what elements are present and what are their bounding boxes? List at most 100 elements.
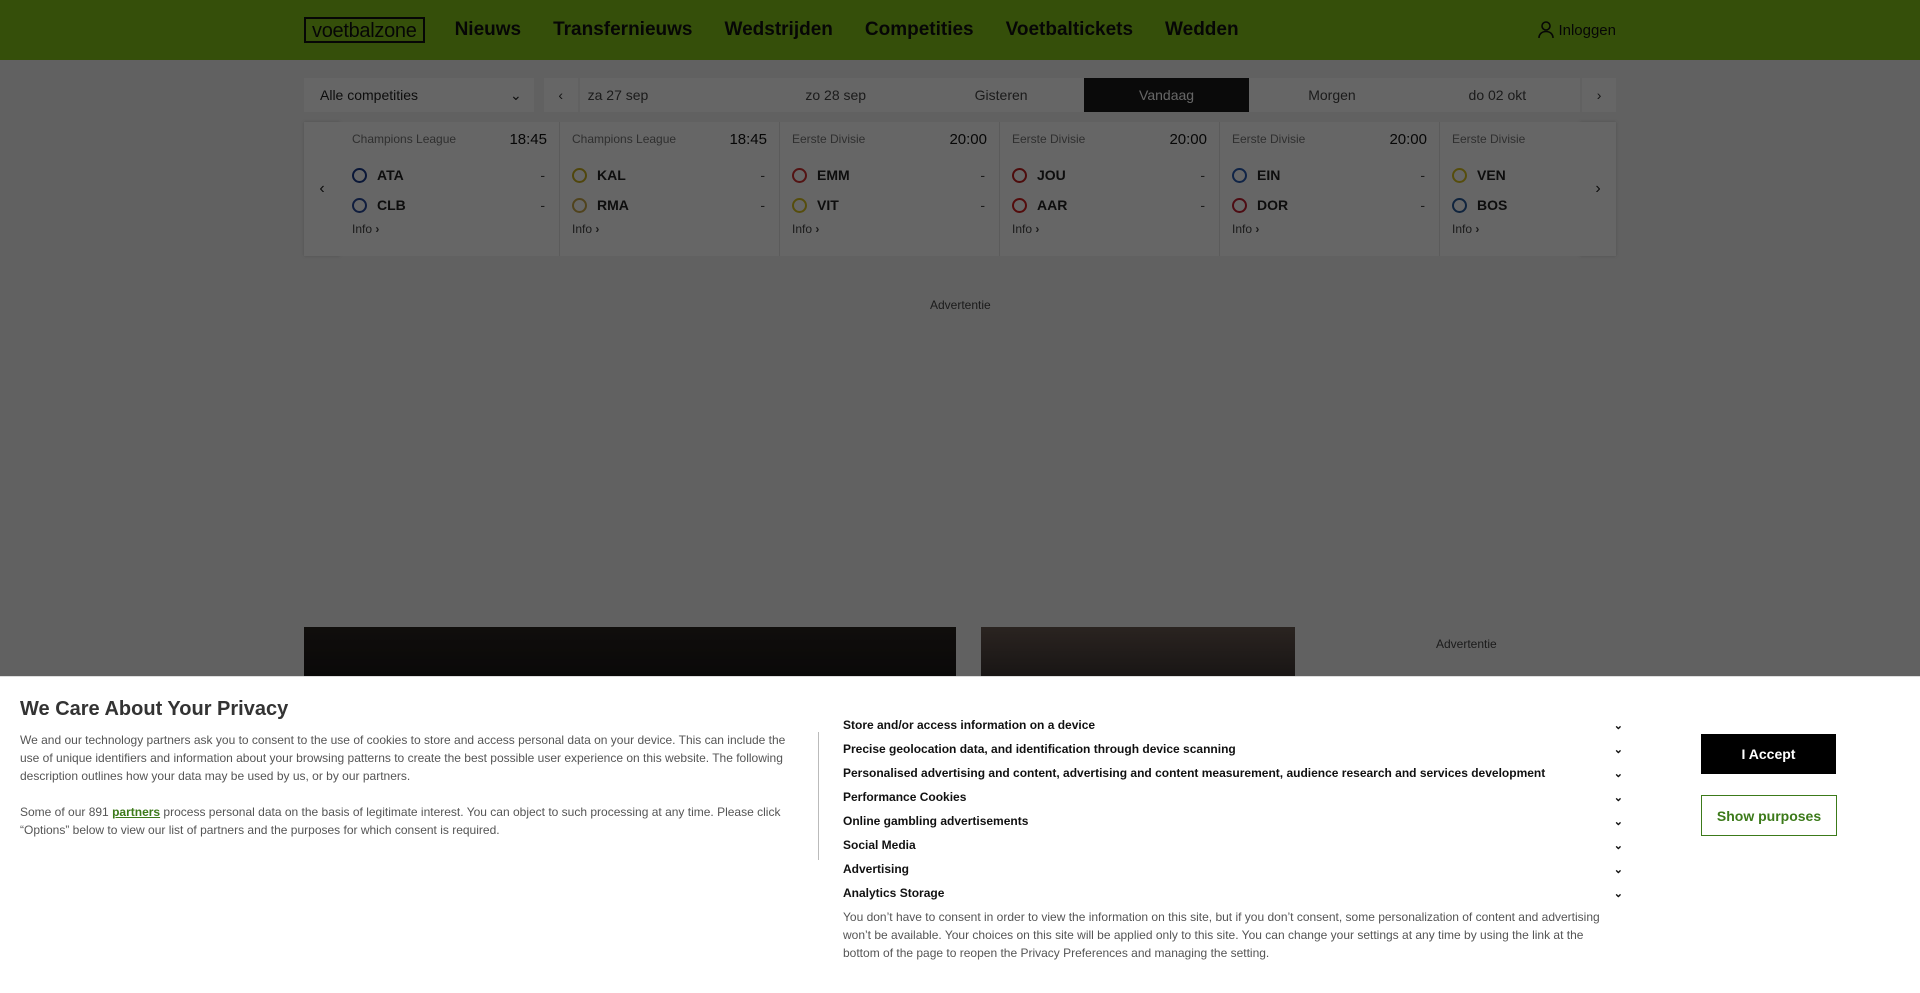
match-card[interactable]: Eerste Divisie 20:00 EMM - VIT - Info › <box>780 122 1000 256</box>
match-card[interactable]: Eerste Divisie 20:00 JOU - AAR - Info › <box>1000 122 1220 256</box>
login-button[interactable]: Inloggen <box>1538 21 1616 39</box>
article-image-secondary[interactable] <box>981 627 1295 677</box>
match-card[interactable]: Champions League 18:45 ATA - CLB - Info … <box>340 122 560 256</box>
match-time: 20:00 <box>1389 130 1427 148</box>
article-image-main[interactable] <box>304 627 956 677</box>
team-crest-icon <box>1232 167 1247 183</box>
match-time: 20:00 <box>949 130 987 148</box>
advertisement-label-side: Advertentie <box>1436 637 1497 651</box>
match-time: 20:00 <box>1169 130 1207 148</box>
team-score: - <box>980 167 985 183</box>
nav-item-competities[interactable]: Competities <box>865 19 974 41</box>
home-team: VEN <box>1452 160 1580 190</box>
purpose-advertising[interactable]: Advertising ⌄ <box>843 857 1623 881</box>
team-name: ATA <box>377 167 404 183</box>
away-team: CLB - <box>352 190 547 220</box>
advertisement-area <box>0 287 1920 587</box>
match-card[interactable]: Eerste Divisie VEN BOS Info › <box>1440 122 1580 256</box>
accept-button[interactable]: I Accept <box>1701 734 1836 774</box>
match-info-link[interactable]: Info › <box>572 222 767 236</box>
team-name: EIN <box>1257 167 1281 183</box>
date-tab-za-27-sep[interactable]: za 27 sep <box>580 78 753 112</box>
consent-title: We Care About Your Privacy <box>20 698 289 720</box>
advertisement-label: Advertentie <box>930 298 991 312</box>
away-team: DOR - <box>1232 190 1427 220</box>
team-name: VEN <box>1477 167 1506 183</box>
match-info-link[interactable]: Info › <box>1452 222 1580 236</box>
matches-next-button[interactable]: › <box>1580 122 1616 256</box>
match-info-link[interactable]: Info › <box>792 222 987 236</box>
team-name: KAL <box>597 167 626 183</box>
match-list: Champions League 18:45 ATA - CLB - Info … <box>340 122 1580 256</box>
match-info-link[interactable]: Info › <box>352 222 547 236</box>
chevron-down-icon: ⌄ <box>1613 791 1623 804</box>
purpose-performance-cookies[interactable]: Performance Cookies ⌄ <box>843 785 1623 809</box>
team-crest-icon <box>352 167 367 183</box>
home-team: EIN - <box>1232 160 1427 190</box>
date-tab-vandaag[interactable]: Vandaag <box>1083 78 1250 112</box>
consent-purposes-list: Store and/or access information on a dev… <box>843 713 1623 905</box>
match-filter-bar: Alle competities ⌄ ‹ za 27 sep zo 28 sep… <box>304 78 1617 112</box>
chevron-left-icon: ‹ <box>319 180 325 197</box>
chevron-down-icon: ⌄ <box>1613 839 1623 852</box>
chevron-down-icon: ⌄ <box>1613 767 1623 780</box>
purpose-personalised-advertising[interactable]: Personalised advertising and content, ad… <box>843 761 1623 785</box>
date-prev-button[interactable]: ‹ <box>543 78 578 112</box>
team-score: - <box>1200 167 1205 183</box>
chevron-left-icon: ‹ <box>558 87 563 103</box>
match-info-link[interactable]: Info › <box>1012 222 1207 236</box>
match-info-link[interactable]: Info › <box>1232 222 1427 236</box>
nav-item-wedden[interactable]: Wedden <box>1165 19 1239 41</box>
competition-select-value: Alle competities <box>320 87 419 103</box>
date-tab-morgen[interactable]: Morgen <box>1249 78 1414 112</box>
chevron-down-icon: ⌄ <box>1613 743 1623 756</box>
date-next-button[interactable]: › <box>1582 78 1617 112</box>
nav-item-transfernieuws[interactable]: Transfernieuws <box>553 19 692 41</box>
purpose-online-gambling[interactable]: Online gambling advertisements ⌄ <box>843 809 1623 833</box>
match-card[interactable]: Champions League 18:45 KAL - RMA - Info … <box>560 122 780 256</box>
user-icon <box>1538 21 1555 39</box>
team-crest-icon <box>572 167 587 183</box>
team-crest-icon <box>1452 167 1467 183</box>
match-competition: Champions League <box>352 132 457 146</box>
away-team: AAR - <box>1012 190 1207 220</box>
date-tab-zo-28-sep[interactable]: zo 28 sep <box>753 78 918 112</box>
home-team: EMM - <box>792 160 987 190</box>
away-team: RMA - <box>572 190 767 220</box>
match-competition: Eerste Divisie <box>1452 132 1526 146</box>
team-crest-icon <box>792 167 807 183</box>
top-navigation-bar: voetbalzone Nieuws Transfernieuws Wedstr… <box>0 0 1920 60</box>
login-label: Inloggen <box>1558 21 1616 39</box>
matches-prev-button[interactable]: ‹ <box>304 122 340 256</box>
partners-link[interactable]: partners <box>112 805 160 819</box>
purpose-store-access[interactable]: Store and/or access information on a dev… <box>843 713 1623 737</box>
purpose-geolocation[interactable]: Precise geolocation data, and identifica… <box>843 737 1623 761</box>
match-competition: Eerste Divisie <box>792 132 866 146</box>
team-crest-icon <box>572 197 587 213</box>
team-name: DOR <box>1257 197 1289 213</box>
team-crest-icon <box>1452 197 1467 213</box>
team-score: - <box>980 197 985 213</box>
team-score: - <box>1420 167 1425 183</box>
purpose-social-media[interactable]: Social Media ⌄ <box>843 833 1623 857</box>
match-time: 18:45 <box>729 130 767 148</box>
team-score: - <box>760 167 765 183</box>
team-name: AAR <box>1037 197 1068 213</box>
match-card[interactable]: Eerste Divisie 20:00 EIN - DOR - Info › <box>1220 122 1440 256</box>
away-team: VIT - <box>792 190 987 220</box>
team-crest-icon <box>352 197 367 213</box>
show-purposes-button[interactable]: Show purposes <box>1701 795 1837 836</box>
match-competition: Eerste Divisie <box>1232 132 1306 146</box>
nav-item-nieuws[interactable]: Nieuws <box>455 19 522 41</box>
purpose-analytics-storage[interactable]: Analytics Storage ⌄ <box>843 881 1623 905</box>
consent-description: We and our technology partners ask you t… <box>20 733 786 783</box>
date-tab-do-02-okt[interactable]: do 02 okt <box>1415 78 1580 112</box>
team-name: VIT <box>817 197 839 213</box>
date-tab-gisteren[interactable]: Gisteren <box>918 78 1083 112</box>
site-logo[interactable]: voetbalzone <box>304 17 425 43</box>
nav-item-wedstrijden[interactable]: Wedstrijden <box>724 19 832 41</box>
team-score: - <box>540 197 545 213</box>
competition-select[interactable]: Alle competities ⌄ <box>304 78 534 112</box>
team-score: - <box>540 167 545 183</box>
nav-item-voetbaltickets[interactable]: Voetbaltickets <box>1006 19 1133 41</box>
